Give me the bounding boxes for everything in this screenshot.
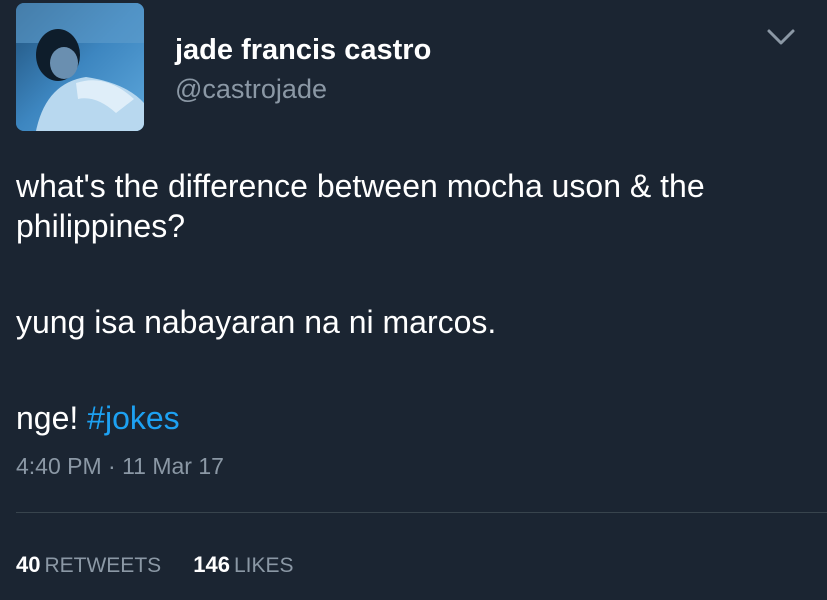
likes-count: 146: [193, 552, 230, 577]
likes-stat[interactable]: 146 LIKES: [193, 552, 293, 578]
avatar[interactable]: [16, 3, 144, 131]
tweet-body: what's the difference between mocha uson…: [16, 166, 806, 438]
retweets-label: RETWEETS: [44, 554, 162, 577]
divider: [16, 512, 827, 513]
hashtag-link[interactable]: #jokes: [87, 400, 180, 436]
likes-label: LIKES: [234, 554, 294, 577]
tweet-stats: 40 RETWEETS 146 LIKES: [16, 552, 320, 578]
retweets-count: 40: [16, 552, 41, 577]
chevron-down-icon[interactable]: [766, 26, 796, 48]
tweet-line: nge! #jokes: [16, 398, 806, 438]
retweets-stat[interactable]: 40 RETWEETS: [16, 552, 161, 578]
tweet-line: yung isa nabayaran na ni marcos.: [16, 304, 497, 340]
display-name[interactable]: jade francis castro: [175, 34, 431, 67]
tweet-timestamp: 4:40 PM · 11 Mar 17: [16, 453, 224, 479]
tweet-line-text: nge!: [16, 400, 88, 436]
username-handle[interactable]: @castrojade: [175, 74, 327, 105]
tweet-line: what's the difference between mocha uson…: [16, 168, 705, 244]
